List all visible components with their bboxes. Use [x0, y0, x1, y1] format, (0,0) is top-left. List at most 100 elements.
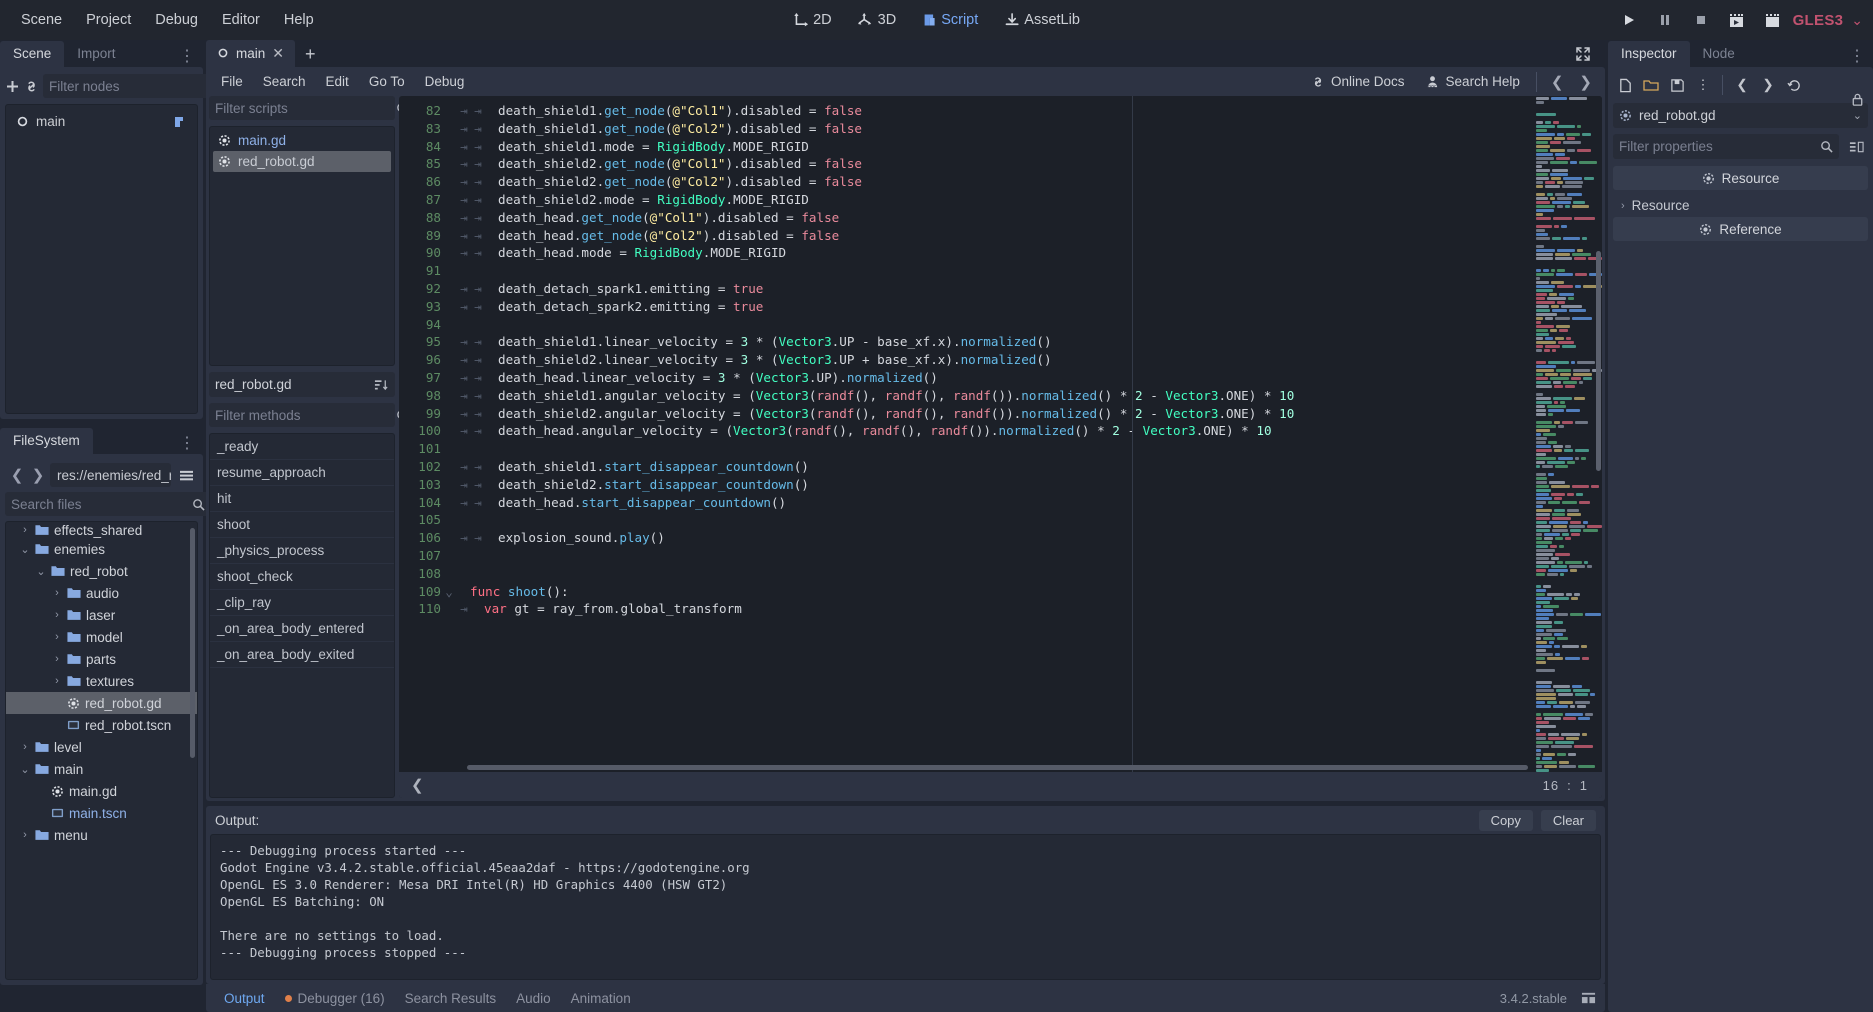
filesystem-layout-icon[interactable] — [174, 463, 198, 487]
mode-button-3d[interactable]: 3D — [847, 7, 908, 33]
filesystem-row[interactable]: ⌄ main — [6, 758, 197, 780]
script-menu-edit[interactable]: Edit — [317, 70, 358, 93]
chevron-right-icon[interactable]: › — [18, 524, 32, 536]
expand-bottom-panel-icon[interactable] — [1569, 991, 1596, 1005]
filesystem-row[interactable]: ⌄ enemies — [6, 538, 197, 560]
mode-button-2d[interactable]: 2D — [782, 7, 843, 33]
scene-tree-row-main[interactable]: main — [10, 111, 193, 132]
history-back-button[interactable]: ❮ — [1544, 71, 1571, 93]
chevron-down-icon[interactable]: ⌄ — [1851, 12, 1863, 29]
minimap-scroll-thumb[interactable] — [1596, 251, 1601, 471]
property-filter-box[interactable] — [1613, 134, 1839, 159]
play-scene-button[interactable] — [1721, 5, 1753, 35]
bottom-tab-animation[interactable]: Animation — [562, 987, 640, 1010]
method-item[interactable]: _on_area_body_entered — [210, 616, 394, 642]
inspector-dock-menu-icon[interactable]: ⋮ — [1849, 49, 1873, 67]
menu-project[interactable]: Project — [75, 7, 142, 33]
chevron-right-icon[interactable]: › — [18, 829, 32, 841]
menu-debug[interactable]: Debug — [144, 7, 209, 33]
scene-dock-menu-icon[interactable]: ⋮ — [179, 49, 203, 67]
tab-import[interactable]: Import — [64, 41, 128, 67]
search-files-input[interactable] — [11, 496, 188, 512]
script-filter-box[interactable] — [209, 96, 409, 120]
tab-scene[interactable]: Scene — [0, 41, 65, 67]
chevron-right-icon[interactable]: › — [50, 587, 64, 599]
filter-properties-input[interactable] — [1619, 139, 1815, 154]
renderer-selector[interactable]: GLES3 — [1793, 12, 1844, 29]
chevron-right-icon[interactable]: › — [18, 741, 32, 753]
new-resource-icon[interactable] — [1613, 73, 1637, 97]
forward-arrow-icon[interactable]: ❯ — [29, 466, 47, 484]
inspector-back-icon[interactable]: ❮ — [1730, 73, 1754, 97]
load-resource-icon[interactable] — [1639, 73, 1663, 97]
code-scroll-area[interactable]: 82 ⇥ ⇥ death_shield1.get_node(@"Col1").disa… — [399, 96, 1602, 772]
code-horizontal-scrollbar[interactable] — [467, 765, 1528, 770]
copy-button[interactable]: Copy — [1478, 809, 1533, 831]
method-item[interactable]: hit — [210, 486, 394, 512]
scene-script-icon[interactable] — [173, 115, 187, 129]
code-editor[interactable]: 82 ⇥ ⇥ death_shield1.get_node(@"Col1").disa… — [399, 96, 1602, 798]
code-minimap[interactable] — [1534, 96, 1602, 772]
history-forward-button[interactable]: ❯ — [1572, 71, 1599, 93]
script-menu-file[interactable]: File — [212, 70, 252, 93]
open-script-item[interactable]: red_robot.gd — [213, 151, 391, 172]
script-menu-search[interactable]: Search — [254, 70, 315, 93]
filesystem-row[interactable]: ⌄ red_robot — [6, 560, 197, 582]
open-scripts-list[interactable]: main.gd red_robot.gd — [209, 126, 395, 366]
filter-scripts-input[interactable] — [215, 100, 392, 116]
filesystem-menu-icon[interactable]: ⋮ — [179, 436, 203, 454]
inspected-resource-row[interactable]: red_robot.gd ⌄ — [1613, 103, 1868, 128]
script-menu-debug[interactable]: Debug — [416, 70, 474, 93]
bottom-tab-output[interactable]: Output — [215, 987, 274, 1010]
filesystem-row[interactable]: › menu — [6, 824, 197, 846]
menu-editor[interactable]: Editor — [211, 7, 271, 33]
inspector-section-header[interactable]: Reference — [1613, 217, 1868, 241]
chevron-down-icon[interactable]: ⌄ — [34, 565, 48, 578]
close-icon[interactable]: ✕ — [272, 45, 284, 62]
tab-main-scene[interactable]: main ✕ — [206, 39, 295, 68]
tab-filesystem[interactable]: FileSystem — [0, 428, 93, 454]
filesystem-row[interactable]: › audio — [6, 582, 197, 604]
bottom-tab-search[interactable]: Search Results — [396, 987, 506, 1010]
tab-node[interactable]: Node — [1690, 41, 1748, 67]
filesystem-row[interactable]: red_robot.gd — [6, 692, 197, 714]
script-menu-go-to[interactable]: Go To — [360, 70, 414, 93]
method-item[interactable]: _clip_ray — [210, 590, 394, 616]
methods-list[interactable]: _ready resume_approach hit shoot _physics_pr… — [209, 433, 395, 798]
menu-scene[interactable]: Scene — [10, 7, 73, 33]
inspector-menu-icon[interactable]: ⋮ — [1691, 73, 1715, 97]
bottom-tab-debugger[interactable]: Debugger (16) — [276, 987, 394, 1010]
warnings-panel-toggle-icon[interactable]: ❮ — [411, 776, 424, 794]
filesystem-tree[interactable]: › effects_shared ⌄ enemies ⌄ red_robot › audio ›… — [5, 521, 198, 980]
search-help-button[interactable]: DOC Search Help — [1416, 70, 1529, 93]
filesystem-row[interactable]: › level — [6, 736, 197, 758]
filesystem-row[interactable]: main.gd — [6, 780, 197, 802]
chevron-down-icon[interactable]: ⌄ — [1853, 109, 1862, 122]
filesystem-row[interactable]: › parts — [6, 648, 197, 670]
filesystem-row[interactable]: red_robot.tscn — [6, 714, 197, 736]
filesystem-row[interactable]: › textures — [6, 670, 197, 692]
tab-inspector[interactable]: Inspector — [1608, 41, 1690, 67]
filesystem-row[interactable]: › model — [6, 626, 197, 648]
stop-button[interactable] — [1685, 5, 1717, 35]
inspector-section-header[interactable]: Resource — [1613, 166, 1868, 190]
chevron-right-icon[interactable]: › — [50, 653, 64, 665]
filesystem-scrollbar[interactable] — [190, 528, 195, 758]
lock-inspector-icon[interactable] — [1850, 92, 1865, 107]
method-item[interactable]: shoot_check — [210, 564, 394, 590]
play-button[interactable] — [1613, 5, 1645, 35]
mode-button-script[interactable]: Script — [911, 7, 989, 33]
filesystem-row[interactable]: main.tscn — [6, 802, 197, 824]
back-arrow-icon[interactable]: ❮ — [8, 466, 26, 484]
filesystem-search-box[interactable] — [5, 492, 211, 516]
play-custom-scene-button[interactable] — [1757, 5, 1789, 35]
chevron-right-icon[interactable]: › — [50, 631, 64, 643]
chevron-right-icon[interactable]: › — [50, 675, 64, 687]
current-path[interactable]: res://enemies/red_ro — [50, 463, 171, 487]
chevron-down-icon[interactable]: ⌄ — [18, 763, 32, 776]
filter-nodes-input[interactable] — [49, 78, 226, 94]
methods-filter-box[interactable] — [209, 403, 409, 427]
inspector-history-icon[interactable] — [1782, 73, 1806, 97]
clear-button[interactable]: Clear — [1540, 809, 1596, 831]
menu-help[interactable]: Help — [273, 7, 325, 33]
